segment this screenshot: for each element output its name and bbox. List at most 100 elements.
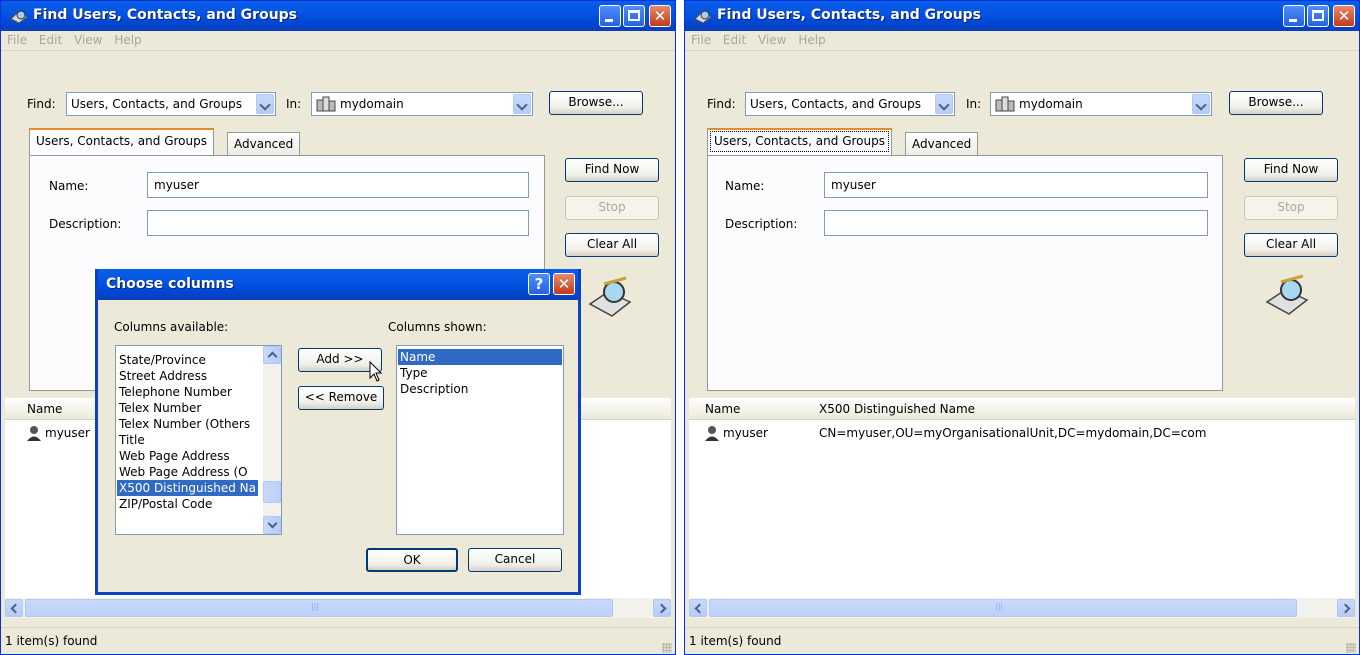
find-now-button[interactable]: Find Now	[1244, 158, 1338, 182]
title-bar[interactable]: Find Users, Contacts, and Groups ✕	[1, 1, 675, 31]
in-location-combo[interactable]: mydomain	[990, 92, 1212, 116]
find-label: Find:	[27, 97, 56, 111]
name-input[interactable]: myuser	[147, 172, 529, 198]
list-item[interactable]: Telex Number (Others	[119, 416, 250, 432]
menu-edit[interactable]: Edit	[723, 33, 746, 47]
help-icon: ?	[534, 275, 544, 293]
list-item[interactable]: Telex Number	[119, 400, 201, 416]
scroll-left-icon[interactable]	[5, 599, 23, 617]
chevron-down-icon[interactable]	[256, 94, 274, 114]
list-item[interactable]: Web Page Address (O	[119, 464, 248, 480]
chevron-down-icon[interactable]	[935, 94, 953, 114]
minimize-icon	[1289, 19, 1297, 22]
scroll-thumb[interactable]	[25, 599, 613, 617]
user-icon	[705, 426, 719, 441]
list-item-selected[interactable]: Name	[398, 349, 562, 365]
dialog-close-button[interactable]: ✕	[553, 273, 575, 295]
list-item[interactable]: Web Page Address	[119, 448, 230, 464]
name-input[interactable]: myuser	[824, 172, 1208, 198]
tab-advanced[interactable]: Advanced	[905, 132, 979, 155]
ok-button[interactable]: OK	[366, 548, 458, 572]
list-item[interactable]: ZIP/Postal Code	[119, 496, 212, 512]
menu-view[interactable]: View	[74, 33, 102, 47]
choose-columns-dialog: Choose columns ? ✕ Columns available: St…	[95, 269, 581, 595]
stop-button[interactable]: Stop	[1244, 196, 1338, 220]
column-header-name[interactable]: Name	[27, 402, 62, 416]
scroll-left-icon[interactable]	[689, 599, 707, 617]
menu-help[interactable]: Help	[114, 33, 141, 47]
tab-advanced[interactable]: Advanced	[227, 132, 301, 155]
description-input[interactable]	[147, 210, 529, 236]
dialog-title-bar[interactable]: Choose columns ? ✕	[98, 269, 578, 300]
horizontal-scrollbar[interactable]	[689, 598, 1355, 618]
tab-users-contacts-groups[interactable]: Users, Contacts, and Groups	[707, 128, 892, 155]
list-item[interactable]: Type	[400, 365, 428, 381]
menu-view[interactable]: View	[758, 33, 786, 47]
list-item[interactable]: Telephone Number	[119, 384, 232, 400]
scroll-right-icon[interactable]	[1337, 599, 1355, 617]
maximize-button[interactable]	[623, 5, 645, 27]
list-item-selected[interactable]: X500 Distinguished Na	[117, 480, 258, 496]
scroll-thumb[interactable]	[709, 599, 1297, 617]
tab-users-contacts-groups[interactable]: Users, Contacts, and Groups	[29, 128, 214, 155]
columns-shown-list[interactable]: Name Type Description	[396, 345, 564, 535]
title-bar[interactable]: Find Users, Contacts, and Groups ✕	[685, 1, 1359, 31]
in-location-value: mydomain	[1019, 97, 1083, 111]
browse-button[interactable]: Browse...	[549, 91, 643, 115]
scroll-thumb[interactable]	[263, 481, 281, 503]
resize-grip-icon[interactable]	[662, 643, 672, 653]
chevron-down-icon[interactable]	[1192, 94, 1210, 114]
resize-grip-icon[interactable]	[1346, 643, 1356, 653]
scroll-right-icon[interactable]	[653, 599, 671, 617]
list-item[interactable]: Title	[119, 432, 145, 448]
minimize-button[interactable]	[599, 5, 621, 27]
description-input[interactable]	[824, 210, 1208, 236]
remove-button[interactable]: << Remove	[298, 386, 384, 410]
domain-icon	[995, 96, 1015, 112]
find-window-right: Find Users, Contacts, and Groups ✕ File …	[684, 0, 1360, 655]
cancel-button[interactable]: Cancel	[468, 548, 562, 572]
table-row[interactable]: myuser CN=myuser,OU=myOrganisationalUnit…	[703, 424, 1343, 442]
scroll-up-icon[interactable]	[263, 346, 281, 364]
browse-button[interactable]: Browse...	[1229, 91, 1323, 115]
status-text: 1 item(s) found	[689, 634, 782, 648]
in-location-combo[interactable]: mydomain	[311, 92, 533, 116]
horizontal-scrollbar[interactable]	[5, 598, 671, 618]
status-text: 1 item(s) found	[5, 634, 98, 648]
find-type-combo[interactable]: Users, Contacts, and Groups	[745, 92, 955, 116]
help-button[interactable]: ?	[528, 273, 550, 295]
menu-help[interactable]: Help	[798, 33, 825, 47]
list-item[interactable]: State/Province	[119, 352, 206, 368]
list-item[interactable]: Street Address	[119, 368, 207, 384]
scroll-down-icon[interactable]	[263, 516, 281, 534]
chevron-down-icon[interactable]	[513, 94, 531, 114]
menu-file[interactable]: File	[7, 33, 27, 47]
list-item[interactable]: Description	[400, 381, 468, 397]
column-header-x500[interactable]: X500 Distinguished Name	[819, 402, 975, 416]
clear-all-button[interactable]: Clear All	[565, 233, 659, 257]
menu-file[interactable]: File	[691, 33, 711, 47]
columns-available-label: Columns available:	[114, 320, 229, 334]
name-input-value: myuser	[831, 178, 876, 192]
close-icon: ✕	[653, 7, 667, 25]
column-header-name[interactable]: Name	[705, 402, 740, 416]
name-label: Name:	[49, 179, 89, 193]
find-app-icon	[694, 10, 712, 24]
close-button[interactable]: ✕	[1333, 5, 1355, 27]
in-label: In:	[966, 97, 982, 111]
maximize-button[interactable]	[1307, 5, 1329, 27]
columns-available-list[interactable]: State/Province Street Address Telephone …	[115, 345, 282, 535]
find-type-combo[interactable]: Users, Contacts, and Groups	[66, 92, 276, 116]
window-divider	[677, 0, 684, 655]
find-now-button[interactable]: Find Now	[565, 158, 659, 182]
vertical-scrollbar[interactable]	[263, 346, 281, 534]
row-name: myuser	[723, 426, 768, 440]
name-label: Name:	[725, 179, 765, 193]
clear-all-button[interactable]: Clear All	[1244, 233, 1338, 257]
minimize-button[interactable]	[1283, 5, 1305, 27]
stop-button[interactable]: Stop	[565, 196, 659, 220]
menu-edit[interactable]: Edit	[39, 33, 62, 47]
close-button[interactable]: ✕	[649, 5, 671, 27]
menu-bar: File Edit View Help	[685, 31, 1359, 51]
results-list[interactable]: Name X500 Distinguished Name myuser CN=m…	[689, 398, 1355, 598]
